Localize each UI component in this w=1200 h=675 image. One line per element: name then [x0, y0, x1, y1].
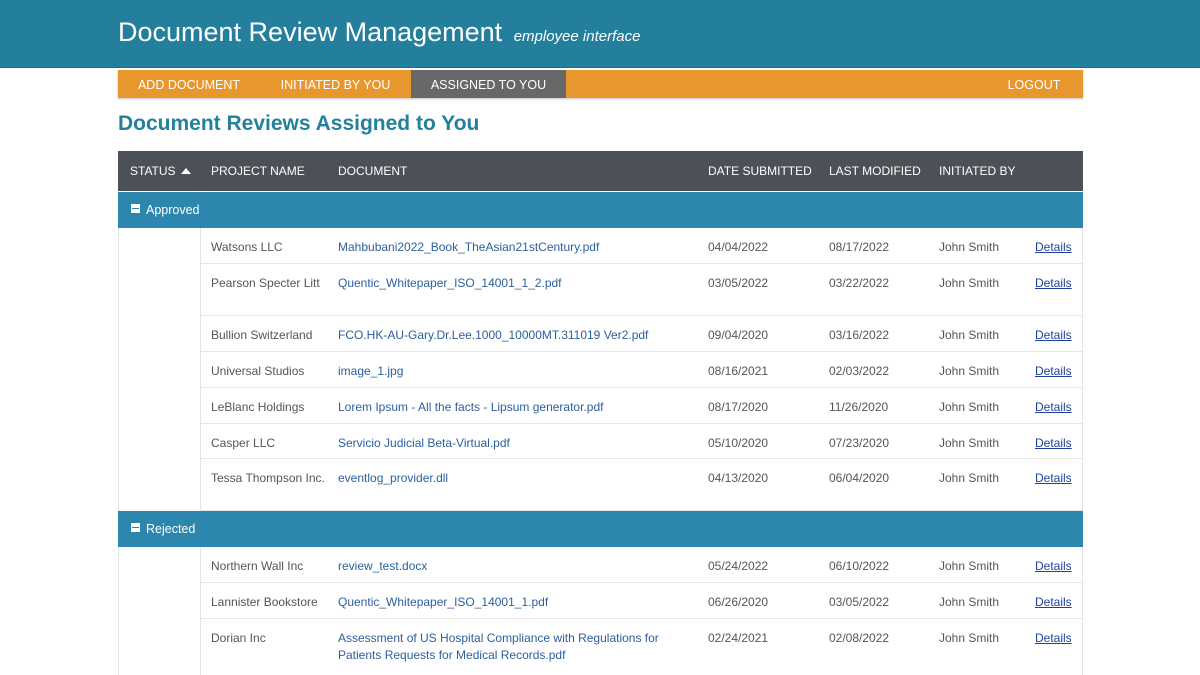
project-name: Northern Wall Inc: [211, 559, 304, 573]
group-header-rejected[interactable]: Rejected: [118, 511, 1083, 547]
nav-assigned-to-you[interactable]: ASSIGNED TO YOU: [411, 70, 566, 98]
initiated-by: John Smith: [939, 276, 1000, 290]
initiated-by: John Smith: [939, 436, 1000, 450]
details-link[interactable]: Details: [1035, 327, 1072, 344]
details-link[interactable]: Details: [1035, 399, 1072, 416]
details-link[interactable]: Details: [1035, 470, 1072, 487]
project-name: Casper LLC: [211, 436, 276, 450]
date-submitted: 08/17/2020: [708, 400, 769, 414]
table-row: Pearson Specter Litt Quentic_Whitepaper_…: [118, 264, 1083, 316]
project-name: Dorian Inc: [211, 631, 266, 645]
document-link[interactable]: Quentic_Whitepaper_ISO_14001_1.pdf: [338, 594, 668, 611]
column-last-modified-header[interactable]: LAST MODIFIED: [829, 151, 921, 191]
table-row: Tessa Thompson Inc. eventlog_provider.dl…: [118, 459, 1083, 511]
last-modified: 03/16/2022: [829, 328, 890, 342]
document-link[interactable]: review_test.docx: [338, 558, 668, 575]
initiated-by: John Smith: [939, 595, 1000, 609]
collapse-icon[interactable]: [131, 204, 140, 213]
table-row: Lannister Bookstore Quentic_Whitepaper_I…: [118, 583, 1083, 619]
document-link[interactable]: image_1.jpg: [338, 363, 668, 380]
table-row: Northern Wall Inc review_test.docx 05/24…: [118, 547, 1083, 583]
last-modified: 06/10/2022: [829, 559, 890, 573]
group-header-approved[interactable]: Approved: [118, 192, 1083, 228]
page-title: Document Reviews Assigned to You: [118, 112, 480, 135]
column-project-header[interactable]: PROJECT NAME: [211, 151, 305, 191]
column-initiated-by-header[interactable]: INITIATED BY: [939, 151, 1015, 191]
details-link[interactable]: Details: [1035, 363, 1072, 380]
details-link[interactable]: Details: [1035, 558, 1072, 575]
column-date-submitted-header[interactable]: DATE SUBMITTED: [708, 151, 812, 191]
document-link[interactable]: Servicio Judicial Beta-Virtual.pdf: [338, 435, 668, 452]
details-link[interactable]: Details: [1035, 630, 1072, 647]
last-modified: 03/22/2022: [829, 276, 890, 290]
app-subtitle: employee interface: [513, 28, 641, 45]
document-link[interactable]: Quentic_Whitepaper_ISO_14001_1_2.pdf: [338, 275, 668, 292]
column-status-header[interactable]: STATUS: [130, 151, 191, 191]
details-link[interactable]: Details: [1035, 435, 1072, 452]
initiated-by: John Smith: [939, 471, 1000, 485]
nav-initiated-by-you[interactable]: INITIATED BY YOU: [260, 70, 411, 98]
table-row: Casper LLC Servicio Judicial Beta-Virtua…: [118, 424, 1083, 459]
project-name: Pearson Specter Litt: [211, 276, 320, 290]
document-link[interactable]: eventlog_provider.dll: [338, 470, 668, 487]
last-modified: 02/03/2022: [829, 364, 890, 378]
document-link[interactable]: Mahbubani2022_Book_TheAsian21stCentury.p…: [338, 239, 668, 256]
last-modified: 02/08/2022: [829, 631, 890, 645]
initiated-by: John Smith: [939, 328, 1000, 342]
reviews-table: STATUS PROJECT NAME DOCUMENT DATE SUBMIT…: [118, 151, 1083, 675]
initiated-by: John Smith: [939, 631, 1000, 645]
document-link[interactable]: FCO.HK-AU-Gary.Dr.Lee.1000_10000MT.31101…: [338, 327, 683, 344]
date-submitted: 04/13/2020: [708, 471, 769, 485]
app-header: Document Review Management employee inte…: [0, 0, 1200, 68]
initiated-by: John Smith: [939, 364, 1000, 378]
document-link[interactable]: Lorem Ipsum - All the facts - Lipsum gen…: [338, 399, 668, 416]
nav-add-document[interactable]: ADD DOCUMENT: [118, 70, 260, 98]
date-submitted: 09/04/2020: [708, 328, 769, 342]
table-row: Dorian Inc Assessment of US Hospital Com…: [118, 619, 1083, 675]
nav-logout[interactable]: LOGOUT: [988, 70, 1080, 98]
details-link[interactable]: Details: [1035, 594, 1072, 611]
date-submitted: 04/04/2022: [708, 240, 769, 254]
group-label: Rejected: [146, 522, 196, 536]
last-modified: 07/23/2020: [829, 436, 890, 450]
date-submitted: 05/24/2022: [708, 559, 769, 573]
date-submitted: 08/16/2021: [708, 364, 769, 378]
table-row: Universal Studios image_1.jpg 08/16/2021…: [118, 352, 1083, 388]
project-name: Watsons LLC: [211, 240, 283, 254]
main-nav: ADD DOCUMENT INITIATED BY YOU ASSIGNED T…: [118, 70, 1083, 98]
document-link[interactable]: Assessment of US Hospital Compliance wit…: [338, 630, 663, 664]
table-row: Watsons LLC Mahbubani2022_Book_TheAsian2…: [118, 228, 1083, 264]
sort-up-icon: [180, 168, 191, 174]
app-title: Document Review Management employee inte…: [118, 17, 640, 48]
details-link[interactable]: Details: [1035, 275, 1072, 292]
date-submitted: 02/24/2021: [708, 631, 769, 645]
date-submitted: 05/10/2020: [708, 436, 769, 450]
column-document-header[interactable]: DOCUMENT: [338, 151, 407, 191]
last-modified: 11/26/2020: [829, 400, 889, 414]
collapse-icon[interactable]: [131, 523, 140, 532]
date-submitted: 06/26/2020: [708, 595, 769, 609]
project-name: LeBlanc Holdings: [211, 400, 305, 414]
last-modified: 03/05/2022: [829, 595, 890, 609]
date-submitted: 03/05/2022: [708, 276, 769, 290]
project-name: Tessa Thompson Inc.: [211, 471, 325, 485]
table-header: STATUS PROJECT NAME DOCUMENT DATE SUBMIT…: [118, 151, 1083, 191]
project-name: Lannister Bookstore: [211, 595, 318, 609]
last-modified: 08/17/2022: [829, 240, 890, 254]
column-status-label: STATUS: [130, 164, 176, 178]
last-modified: 06/04/2020: [829, 471, 890, 485]
details-link[interactable]: Details: [1035, 239, 1072, 256]
initiated-by: John Smith: [939, 400, 1000, 414]
table-row: Bullion Switzerland FCO.HK-AU-Gary.Dr.Le…: [118, 316, 1083, 352]
app-title-text: Document Review Management: [118, 17, 503, 47]
group-label: Approved: [146, 203, 200, 217]
initiated-by: John Smith: [939, 559, 1000, 573]
project-name: Bullion Switzerland: [211, 328, 313, 342]
initiated-by: John Smith: [939, 240, 1000, 254]
project-name: Universal Studios: [211, 364, 305, 378]
table-row: LeBlanc Holdings Lorem Ipsum - All the f…: [118, 388, 1083, 424]
